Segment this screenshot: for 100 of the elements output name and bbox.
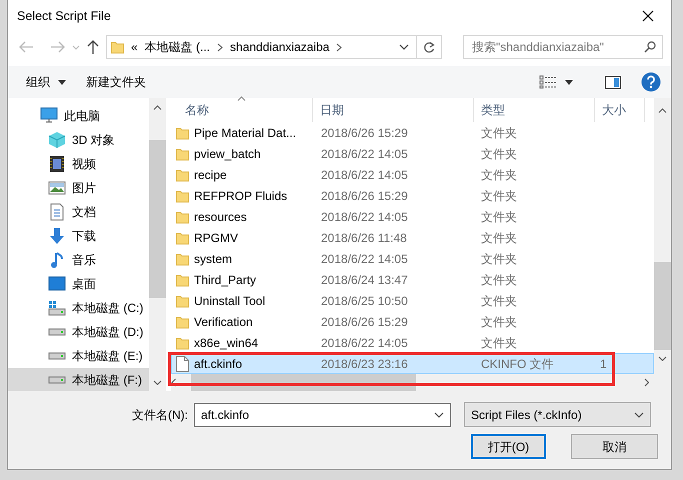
chevron-down-icon (399, 44, 409, 50)
chevron-down-icon (634, 412, 644, 418)
sidebar-item[interactable]: 本地磁盘 (D:) (8, 320, 149, 344)
chevron-down-icon (153, 380, 162, 384)
file-name: x86e_win64 (194, 334, 258, 352)
help-icon (641, 72, 661, 92)
document-icon (48, 203, 66, 221)
file-name: REFPROP Fluids (194, 188, 288, 204)
new-folder-button[interactable]: 新建文件夹 (86, 71, 146, 93)
file-type-dropdown[interactable]: Script Files (*.ckInfo) (464, 402, 651, 427)
folder-icon (176, 168, 189, 182)
caret-icon (58, 80, 66, 84)
help-button[interactable] (641, 72, 661, 92)
file-date: 2018/6/22 14:05 (320, 166, 409, 184)
file-row[interactable]: RPGMV 2018/6/26 11:48 文件夹 (171, 227, 654, 248)
breadcrumb-item[interactable]: 本地磁盘 (... (144, 38, 210, 56)
file-row[interactable]: recipe 2018/6/22 14:05 文件夹 (171, 164, 654, 185)
preview-pane-button[interactable] (605, 76, 621, 88)
organize-button[interactable]: 组织 (26, 71, 66, 93)
refresh-icon (423, 40, 435, 54)
column-header[interactable]: 大小 (595, 98, 645, 122)
sidebar-item[interactable]: 音乐 (8, 248, 149, 272)
chevron-up-icon (153, 104, 162, 110)
chevron-right-icon (644, 378, 649, 386)
file-name: Uninstall Tool (194, 292, 266, 310)
sidebar-item[interactable]: 本地磁盘 (C:) (8, 296, 149, 320)
folder-icon (176, 336, 189, 350)
search-placeholder: 搜索"shanddianxiazaiba" (472, 39, 604, 56)
filename-field[interactable]: aft.ckinfo (194, 402, 451, 426)
breadcrumb-item[interactable]: shanddianxiazaiba (230, 38, 330, 56)
column-header[interactable]: 名称 (171, 98, 313, 122)
file-row[interactable]: resources 2018/6/22 14:05 文件夹 (171, 206, 654, 227)
sidebar-item[interactable]: 本地磁盘 (E:) (8, 344, 149, 368)
file-name: Third_Party (194, 272, 256, 288)
file-type: 文件夹 (480, 188, 518, 204)
file-row[interactable]: Third_Party 2018/6/24 13:47 文件夹 (171, 269, 654, 290)
address-bar[interactable]: « 本地磁盘 (... shanddianxiazaiba (106, 35, 442, 59)
file-name: system (194, 250, 232, 268)
file-name: resources (194, 208, 247, 226)
file-row[interactable]: Pipe Material Dat... 2018/6/26 15:29 文件夹 (171, 122, 654, 143)
file-date: 2018/6/22 14:05 (320, 250, 409, 268)
file-type: 文件夹 (480, 146, 518, 162)
file-date: 2018/6/22 14:05 (320, 334, 409, 352)
caret-icon (72, 44, 80, 50)
folder-icon (176, 272, 189, 286)
file-row[interactable]: aft.ckinfo 2018/6/23 23:16 CKINFO 文件 1 (171, 353, 654, 374)
file-date: 2018/6/26 15:29 (320, 314, 409, 330)
file-date: 2018/6/26 11:48 (320, 230, 408, 246)
forward-arrow-icon (50, 40, 66, 54)
sidebar-item[interactable]: 图片 (8, 176, 149, 200)
file-date: 2018/6/26 15:29 (320, 188, 409, 204)
folder-icon (176, 294, 189, 308)
file-date: 2018/6/22 14:05 (320, 208, 409, 226)
file-date: 2018/6/26 15:29 (320, 124, 409, 142)
open-button[interactable]: 打开(O) (471, 434, 546, 459)
search-field[interactable]: 搜索"shanddianxiazaiba" (463, 35, 663, 59)
cube-icon (48, 131, 66, 149)
file-date: 2018/6/25 10:50 (320, 292, 409, 310)
file-type: CKINFO 文件 (480, 356, 555, 372)
cancel-button[interactable]: 取消 (571, 434, 658, 459)
file-type: 文件夹 (480, 314, 518, 330)
preview-pane-icon (605, 76, 621, 88)
file-row[interactable]: REFPROP Fluids 2018/6/26 15:29 文件夹 (171, 185, 654, 206)
view-list-icon (539, 75, 557, 89)
file-row[interactable]: Verification 2018/6/26 15:29 文件夹 (171, 311, 654, 332)
file-row[interactable]: Uninstall Tool 2018/6/25 10:50 文件夹 (171, 290, 654, 311)
file-row[interactable]: x86e_win64 2018/6/22 14:05 文件夹 (171, 332, 654, 353)
sidebar-item[interactable]: 此电脑 (8, 104, 149, 128)
drive-icon (48, 299, 66, 317)
scroll-right-button[interactable] (644, 378, 649, 386)
sidebar-item[interactable]: 3D 对象 (8, 128, 149, 152)
file-row[interactable]: system 2018/6/22 14:05 文件夹 (171, 248, 654, 269)
back-arrow-icon (18, 40, 34, 54)
up-button[interactable] (86, 39, 100, 55)
scrollbar-thumb[interactable] (654, 262, 671, 350)
chevron-up-icon (658, 108, 667, 112)
drive-icon (48, 352, 66, 360)
computer-icon (40, 107, 58, 125)
sidebar-item[interactable]: 文档 (8, 200, 149, 224)
file-name: Verification (194, 314, 253, 330)
column-header[interactable]: 日期 (313, 98, 474, 122)
sidebar-item[interactable]: 桌面 (8, 272, 149, 296)
address-dropdown-button[interactable] (399, 44, 409, 50)
chevron-icon (217, 42, 224, 52)
file-row[interactable]: pview_batch 2018/6/22 14:05 文件夹 (171, 143, 654, 164)
column-header[interactable]: 类型 (474, 98, 595, 122)
file-name: pview_batch (194, 146, 261, 162)
view-options-button[interactable] (539, 75, 573, 89)
file-type: 文件夹 (480, 208, 518, 226)
film-icon (48, 155, 66, 173)
file-name: aft.ckinfo (194, 356, 242, 372)
breadcrumb-separator: « (131, 39, 138, 56)
sidebar-item[interactable]: 本地磁盘 (F:) (8, 368, 149, 391)
filename-label: 文件名(N): (131, 406, 189, 424)
folder-icon (111, 40, 124, 54)
file-type: 文件夹 (480, 166, 518, 184)
sidebar-item[interactable]: 下载 (8, 224, 149, 248)
sidebar-item[interactable]: 视频 (8, 152, 149, 176)
scrollbar-thumb[interactable] (149, 140, 166, 298)
folder-icon (176, 126, 189, 140)
